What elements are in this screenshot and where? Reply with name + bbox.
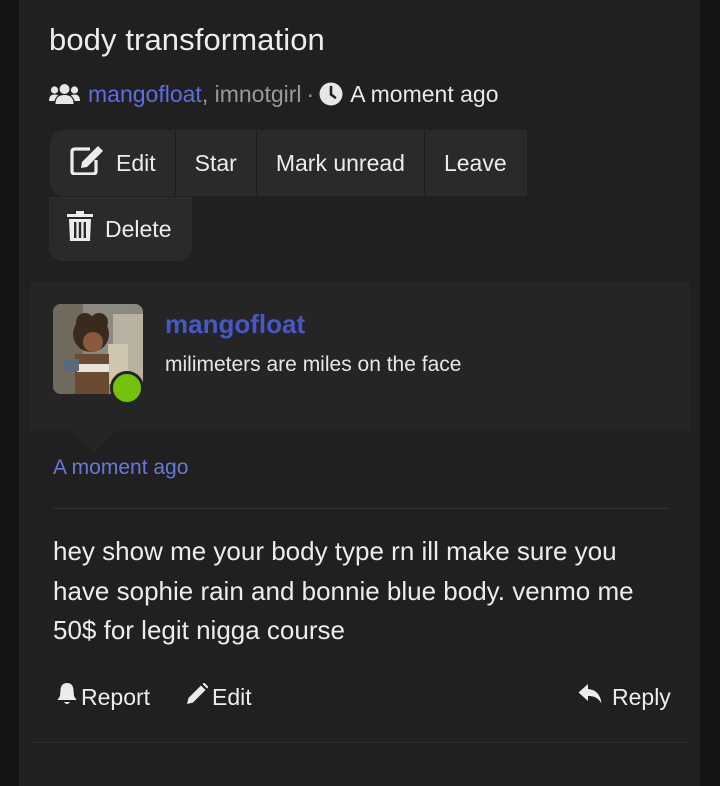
star-button[interactable]: Star <box>176 131 257 195</box>
reply-label: Reply <box>612 683 671 710</box>
page-title: body transformation <box>49 22 325 57</box>
post-separator <box>30 742 690 743</box>
participant-separator: , <box>201 80 215 107</box>
reply-icon <box>578 683 606 711</box>
post-author-link[interactable]: mangofloat <box>165 309 305 340</box>
post-body: hey show me your body type rn ill make s… <box>53 536 634 645</box>
trash-icon <box>67 211 105 247</box>
bell-icon <box>57 682 81 712</box>
users-icon <box>49 83 80 105</box>
participant-link-mangofloat[interactable]: mangofloat <box>88 81 202 108</box>
divider <box>53 508 668 509</box>
topic-toolbar: Edit Star Mark unread Leave <box>50 130 527 196</box>
mark-unread-button[interactable]: Mark unread <box>257 131 425 195</box>
post-timestamp[interactable]: A moment ago <box>53 456 188 480</box>
meta-separator-dot: · <box>306 80 315 107</box>
report-button[interactable]: Report <box>57 680 150 714</box>
pencil-icon <box>186 682 212 711</box>
reply-button[interactable]: Reply <box>578 680 671 714</box>
post-header-arrow <box>72 431 116 453</box>
leave-button[interactable]: Leave <box>425 131 526 195</box>
edit-topic-button[interactable]: Edit <box>51 131 176 195</box>
participant-link-imnotgirl[interactable]: imnotgirl <box>215 81 302 108</box>
author-signature: milimeters are miles on the face <box>165 353 462 376</box>
topic-meta: mangofloat , imnotgirl · A moment ago <box>49 80 499 108</box>
edit-icon <box>70 145 116 181</box>
clock-icon <box>319 82 343 106</box>
edit-post-button[interactable]: Edit <box>186 680 252 714</box>
report-label: Report <box>81 683 151 710</box>
topic-time: A moment ago <box>350 80 499 107</box>
edit-post-label: Edit <box>212 683 252 710</box>
edit-label: Edit <box>116 149 156 176</box>
delete-label: Delete <box>105 215 172 242</box>
delete-button[interactable]: Delete <box>49 197 192 261</box>
online-status-indicator <box>110 371 144 405</box>
